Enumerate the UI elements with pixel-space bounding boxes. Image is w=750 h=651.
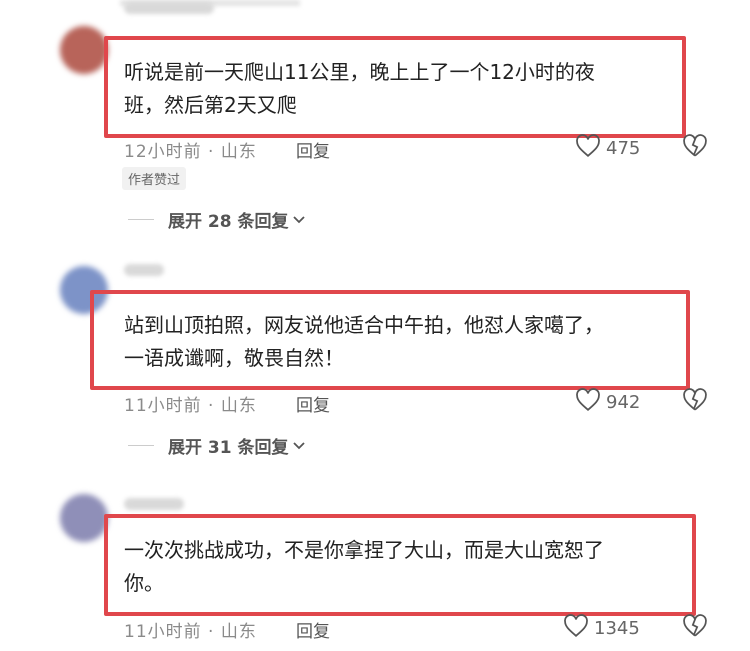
like-count: 1345 [594, 617, 640, 639]
avatar[interactable] [60, 26, 108, 74]
heart-icon [562, 614, 590, 642]
chevron-down-icon [292, 210, 305, 229]
avatar[interactable] [60, 494, 108, 542]
broken-heart-icon[interactable] [682, 614, 708, 642]
heart-icon [574, 388, 602, 416]
comment-text: 站到山顶拍照，网友说他适合中午拍，他怼人家噶了， 一语成谶啊，敬畏自然！ [124, 313, 604, 370]
like-button[interactable]: 1345 [562, 614, 640, 642]
username-blurred[interactable] [124, 498, 184, 510]
comment-text: 一次次挑战成功，不是你拿捏了大山，而是大山宽恕了 你。 [124, 538, 604, 595]
chevron-down-icon [292, 436, 305, 455]
broken-heart-icon[interactable] [682, 134, 708, 162]
heart-icon [574, 134, 602, 162]
like-button[interactable]: 475 [574, 134, 640, 162]
username-blurred[interactable] [124, 2, 214, 14]
reply-button[interactable]: 回复 [296, 391, 330, 416]
expand-label: 展开 28 条回复 [168, 212, 289, 232]
comment-time-location: 11小时前 · 山东 [124, 622, 257, 642]
comment-time-location: 12小时前 · 山东 [124, 142, 257, 162]
username-blurred[interactable] [124, 264, 164, 276]
comment-text: 听说是前一天爬山11公里，晚上上了一个12小时的夜 班，然后第2天又爬 [124, 60, 595, 117]
like-count: 475 [606, 137, 641, 159]
broken-heart-icon[interactable] [682, 388, 708, 416]
expand-divider [128, 445, 154, 446]
reply-button[interactable]: 回复 [296, 617, 330, 642]
expand-replies-button[interactable]: 展开 31 条回复 [128, 433, 305, 458]
author-liked-badge: 作者赞过 [122, 167, 187, 190]
expand-label: 展开 31 条回复 [168, 438, 289, 458]
expand-divider [128, 219, 154, 220]
reply-button[interactable]: 回复 [296, 137, 330, 162]
like-count: 942 [606, 391, 641, 413]
comment-time-location: 11小时前 · 山东 [124, 396, 257, 416]
like-button[interactable]: 942 [574, 388, 640, 416]
expand-replies-button[interactable]: 展开 28 条回复 [128, 207, 305, 232]
